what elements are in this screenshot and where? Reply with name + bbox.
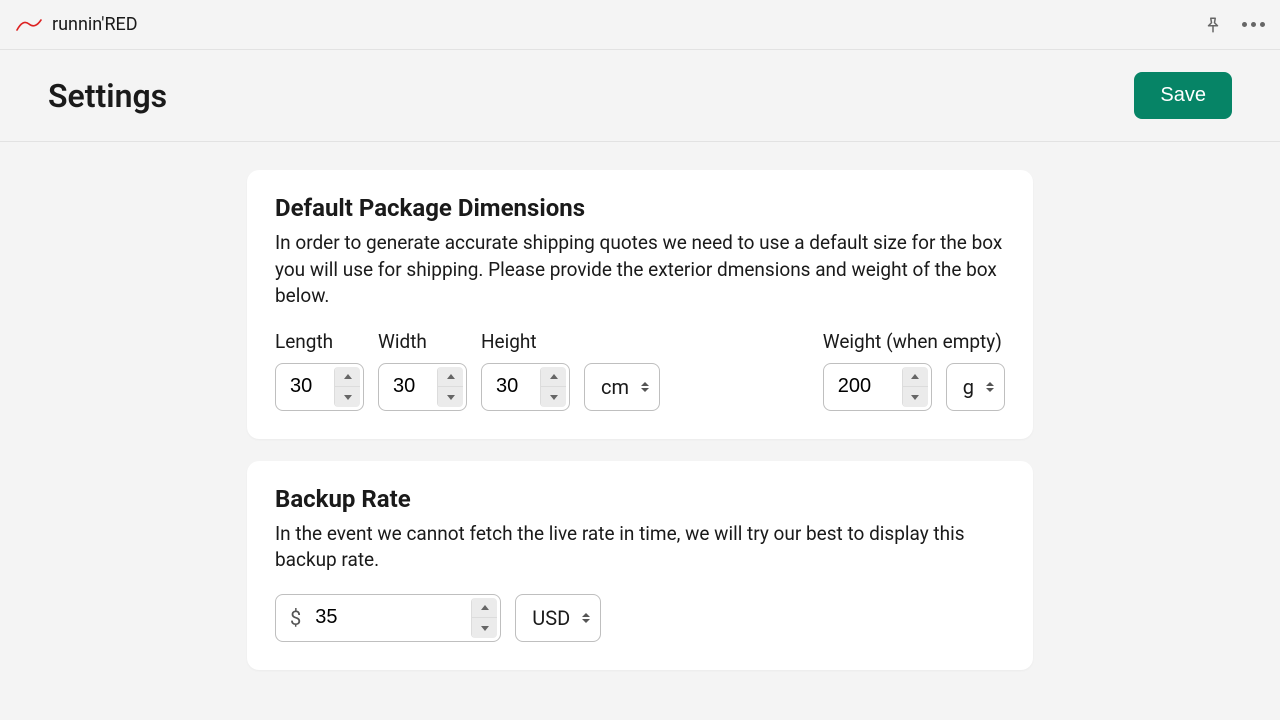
save-button[interactable]: Save [1134, 72, 1232, 119]
chevron-up-icon [447, 374, 455, 379]
width-field: Width [378, 330, 467, 411]
dimensions-desc: In order to generate accurate shipping q… [275, 230, 1005, 310]
height-input-wrap [481, 363, 570, 411]
content: Default Package Dimensions In order to g… [0, 142, 1280, 698]
topbar: runnin'RED [0, 0, 1280, 50]
dim-unit-field: cm [584, 363, 660, 411]
select-caret-icon [582, 613, 590, 623]
width-spinners [437, 367, 463, 407]
height-field: Height [481, 330, 570, 411]
app-logo [16, 18, 42, 32]
weight-label: Weight (when empty) [823, 330, 1005, 353]
select-caret-icon [986, 382, 994, 392]
weight-field: Weight (when empty) g [823, 330, 1005, 411]
dimension-unit-select[interactable]: cm [584, 363, 660, 411]
backup-rate-input-wrap: $ [275, 594, 501, 642]
card-dimensions: Default Package Dimensions In order to g… [247, 170, 1033, 439]
weight-unit-select[interactable]: g [946, 363, 1005, 411]
backup-rate-title: Backup Rate [275, 485, 1005, 513]
chevron-down-icon [911, 395, 919, 400]
chevron-up-icon [550, 374, 558, 379]
width-label: Width [378, 330, 467, 353]
length-input[interactable] [276, 364, 334, 410]
weight-up-button[interactable] [903, 367, 928, 387]
chevron-down-icon [481, 626, 489, 631]
weight-down-button[interactable] [903, 386, 928, 407]
height-spinners [540, 367, 566, 407]
topbar-left: runnin'RED [16, 14, 138, 35]
rate-spinners [471, 598, 497, 638]
backup-rate-fields: $ USD [275, 594, 1005, 642]
dimensions-fields: Length Width [275, 330, 1005, 411]
length-field: Length [275, 330, 364, 411]
topbar-right [1202, 14, 1264, 36]
rate-up-button[interactable] [472, 598, 497, 618]
weight-unit-value: g [963, 375, 974, 399]
chevron-down-icon [447, 395, 455, 400]
height-up-button[interactable] [541, 367, 566, 387]
app-name: runnin'RED [52, 14, 138, 35]
chevron-up-icon [344, 374, 352, 379]
chevron-down-icon [550, 395, 558, 400]
backup-rate-input[interactable] [301, 595, 471, 641]
length-up-button[interactable] [335, 367, 360, 387]
length-input-wrap [275, 363, 364, 411]
dimensions-title: Default Package Dimensions [275, 194, 1005, 222]
currency-value: USD [532, 606, 570, 630]
weight-spinners [902, 367, 928, 407]
page-header: Settings Save [0, 50, 1280, 142]
chevron-up-icon [911, 374, 919, 379]
width-input[interactable] [379, 364, 437, 410]
width-down-button[interactable] [438, 386, 463, 407]
currency-select[interactable]: USD [515, 594, 601, 642]
width-input-wrap [378, 363, 467, 411]
more-icon[interactable] [1242, 14, 1264, 36]
height-down-button[interactable] [541, 386, 566, 407]
dimension-unit-value: cm [601, 375, 629, 399]
weight-input[interactable] [824, 364, 902, 410]
width-up-button[interactable] [438, 367, 463, 387]
height-label: Height [481, 330, 570, 353]
rate-down-button[interactable] [472, 617, 497, 638]
currency-symbol: $ [276, 595, 301, 641]
length-down-button[interactable] [335, 386, 360, 407]
weight-input-wrap [823, 363, 932, 411]
height-input[interactable] [482, 364, 540, 410]
chevron-up-icon [481, 605, 489, 610]
pin-icon[interactable] [1202, 14, 1224, 36]
length-label: Length [275, 330, 364, 353]
select-caret-icon [641, 382, 649, 392]
chevron-down-icon [344, 395, 352, 400]
page-title: Settings [48, 77, 167, 115]
backup-rate-desc: In the event we cannot fetch the live ra… [275, 521, 1005, 574]
length-spinners [334, 367, 360, 407]
card-backup-rate: Backup Rate In the event we cannot fetch… [247, 461, 1033, 670]
